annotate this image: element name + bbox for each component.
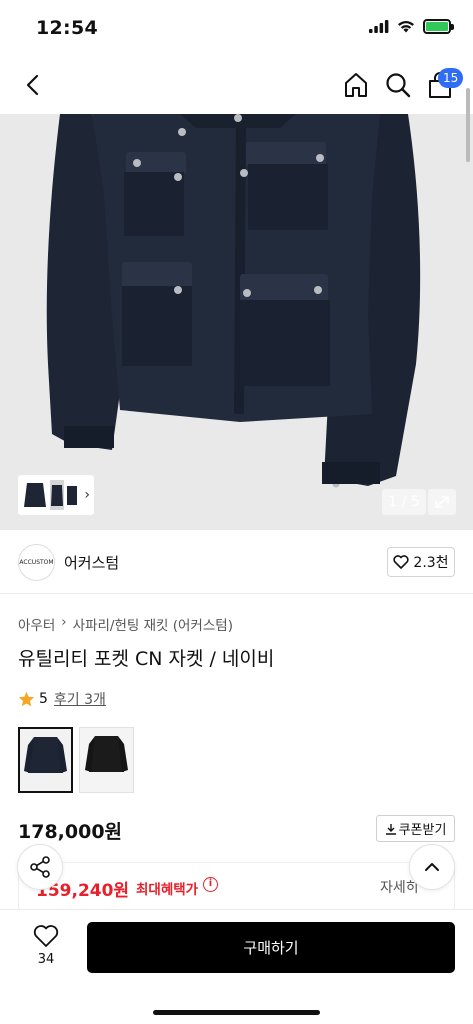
navy-jacket-thumbnail	[20, 729, 71, 791]
cart-count-badge: 15	[438, 68, 464, 88]
buy-button[interactable]: 구매하기	[87, 922, 455, 973]
thumbnail-side[interactable]	[50, 480, 64, 510]
status-bar: 12:54	[0, 0, 473, 58]
rating-row: 5 후기 3개	[18, 689, 106, 709]
cellular-signal-icon	[369, 20, 389, 33]
product-photo	[0, 114, 473, 530]
brand-like-button[interactable]: 2.3천	[387, 547, 455, 577]
chevron-right-icon[interactable]: ›	[84, 487, 90, 503]
thumbnail-back[interactable]	[66, 480, 78, 510]
chevron-up-icon	[425, 863, 439, 871]
brand-row: ACCUSTOM 어커스텀 2.3천	[0, 530, 473, 594]
coupon-button[interactable]: 쿠폰받기	[376, 815, 455, 842]
brand-name[interactable]: 어커스텀	[64, 552, 119, 573]
chevron-right-icon: ›	[61, 614, 67, 630]
brand-logo-text: ACCUSTOM	[19, 559, 54, 566]
scroll-indicator	[466, 88, 470, 162]
benefit-label: 최대혜택가	[136, 882, 199, 898]
download-icon	[385, 823, 396, 835]
star-icon	[18, 691, 35, 707]
status-icons	[369, 19, 454, 34]
color-option-navy[interactable]	[18, 727, 73, 793]
thumbnail-strip[interactable]: ›	[18, 475, 94, 515]
black-jacket-thumbnail	[80, 728, 133, 792]
buy-button-label: 구매하기	[243, 939, 299, 957]
top-nav-bar	[0, 58, 473, 114]
breadcrumb-item-category[interactable]: 아우터	[18, 614, 55, 634]
wifi-icon	[398, 21, 414, 33]
expand-icon	[435, 496, 449, 508]
brand-like-count: 2.3천	[413, 555, 449, 571]
product-title: 유틸리티 포켓 CN 자켓 / 네이비	[18, 648, 275, 670]
product-image-gallery[interactable]: › 1 / 5	[0, 114, 473, 530]
back-icon[interactable]	[20, 72, 46, 98]
image-counter: 1 / 5	[382, 489, 426, 515]
thumbnail-front[interactable]	[22, 480, 48, 510]
product-price: 178,000원	[18, 821, 123, 843]
info-icon[interactable]: i	[203, 877, 218, 892]
share-icon	[30, 856, 50, 878]
expand-button[interactable]	[428, 489, 456, 515]
brand-logo[interactable]: ACCUSTOM	[18, 544, 55, 581]
bottom-action-bar: 34 구매하기	[0, 909, 473, 1024]
wishlist-count: 34	[37, 952, 55, 967]
rating-score: 5	[39, 691, 48, 707]
share-button[interactable]	[17, 844, 63, 890]
scroll-top-button[interactable]	[409, 844, 455, 890]
review-link[interactable]: 후기 3개	[54, 689, 106, 709]
battery-icon	[423, 19, 454, 34]
breadcrumb: 아우터 › 사파리/헌팅 재킷 (어커스텀)	[18, 614, 233, 634]
coupon-label: 쿠폰받기	[398, 823, 447, 838]
home-indicator	[153, 1010, 320, 1015]
heart-icon	[393, 555, 409, 569]
breadcrumb-item-subcategory[interactable]: 사파리/헌팅 재킷 (어커스텀)	[73, 614, 233, 634]
heart-icon	[33, 925, 59, 947]
search-icon[interactable]	[384, 71, 412, 99]
home-icon[interactable]	[342, 71, 370, 99]
color-options	[18, 727, 134, 793]
color-option-black[interactable]	[79, 727, 134, 793]
status-time: 12:54	[36, 17, 98, 39]
